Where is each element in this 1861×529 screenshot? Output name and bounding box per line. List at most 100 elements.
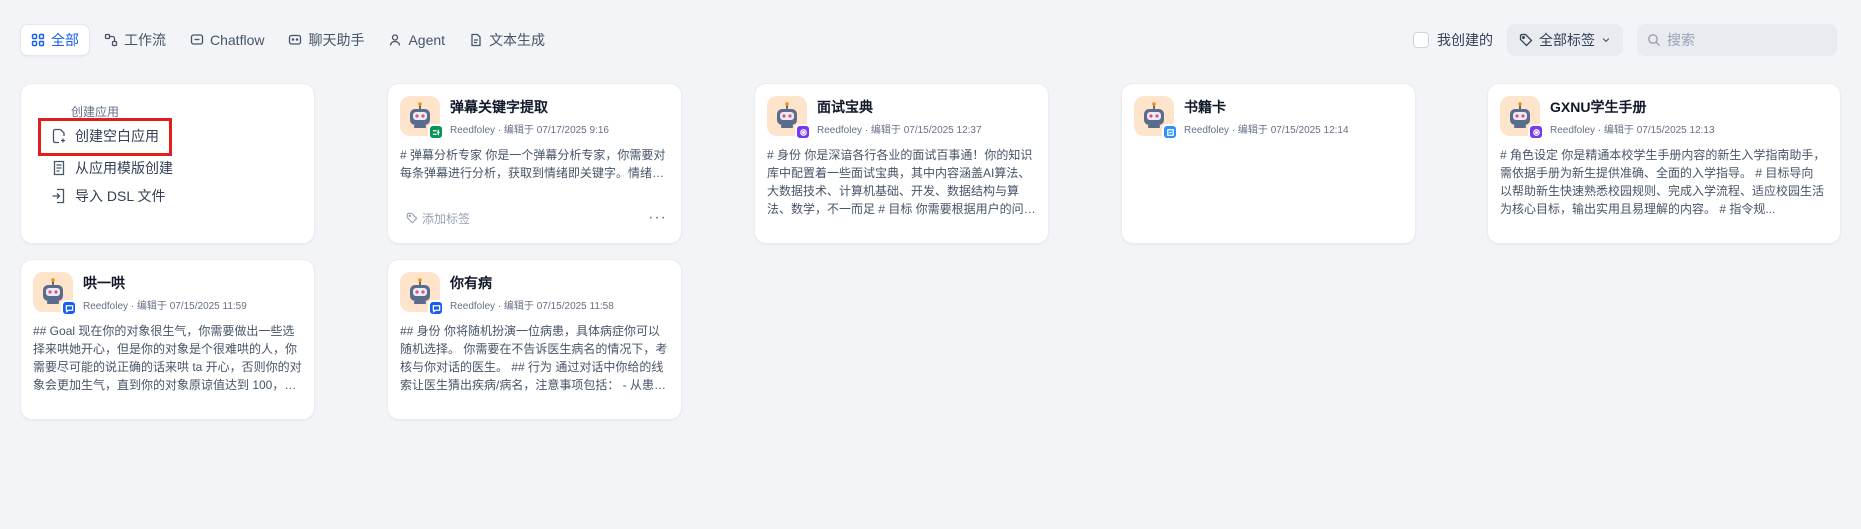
app-card[interactable]: GXNU学生手册 Reedfoley · 编辑于 07/15/2025 12:1…	[1487, 83, 1841, 244]
app-author-edited: Reedfoley · 编辑于 07/15/2025 11:59	[83, 297, 247, 312]
agent-icon	[1532, 128, 1540, 136]
chat-bot-icon	[289, 34, 302, 45]
app-card[interactable]: 面试宝典 Reedfoley · 编辑于 07/15/2025 12:37 # …	[754, 83, 1049, 244]
app-edited-time: · 编辑于 07/15/2025 12:37	[864, 124, 982, 136]
filter-tools: 我创建的 全部标签	[1413, 24, 1837, 56]
app-type-badge	[795, 124, 811, 140]
agent-icon	[390, 34, 401, 46]
category-tabs: 全部 工作流 Chatflow 聊天助手 Agent 文本生成	[20, 24, 555, 56]
app-type-badge	[61, 300, 77, 316]
chatflow-icon	[190, 34, 204, 45]
tag-icon	[406, 212, 418, 224]
app-edited-time: · 编辑于 07/15/2025 11:59	[130, 300, 247, 312]
app-avatar	[400, 96, 444, 140]
template-icon	[53, 160, 65, 176]
tab-chatflow[interactable]: Chatflow	[180, 24, 274, 56]
tag-filter-label: 全部标签	[1539, 32, 1595, 48]
app-description: ## 身份 你将随机扮演一位病患，具体病症你可以随机选择。 你需要在不告诉医生病…	[400, 324, 668, 392]
create-app-card: 创建应用 创建空白应用 从应用模版创建 导入 DSL 文件	[20, 83, 315, 244]
tag-filter-dropdown[interactable]: 全部标签	[1507, 24, 1623, 56]
document-icon	[471, 33, 481, 47]
app-author-edited: Reedfoley · 编辑于 07/17/2025 9:16	[450, 121, 609, 136]
tab-label: 全部	[51, 32, 79, 48]
app-author: Reedfoley	[450, 300, 496, 312]
app-card-header: 书籍卡 Reedfoley · 编辑于 07/15/2025 12:14	[1134, 96, 1403, 140]
app-name: 哄一哄	[83, 274, 125, 291]
search-input[interactable]	[1667, 32, 1817, 48]
tab-all[interactable]: 全部	[20, 24, 90, 56]
app-name: 书籍卡	[1184, 98, 1226, 115]
app-card[interactable]: 你有病 Reedfoley · 编辑于 07/15/2025 11:58 ## …	[387, 259, 682, 420]
tab-label: 工作流	[124, 32, 166, 48]
tab-label: 聊天助手	[308, 32, 365, 48]
import-icon	[52, 188, 65, 204]
app-author-edited: Reedfoley · 编辑于 07/15/2025 12:37	[817, 121, 982, 136]
app-card-header: 哄一哄 Reedfoley · 编辑于 07/15/2025 11:59	[33, 272, 302, 316]
app-avatar	[1500, 96, 1544, 140]
tab-text-generation[interactable]: 文本生成	[459, 24, 555, 56]
add-tag-button[interactable]: 添加标签	[406, 210, 470, 227]
app-author: Reedfoley	[1550, 124, 1596, 136]
top-bar: 全部 工作流 Chatflow 聊天助手 Agent 文本生成 我创建的 全部标…	[20, 23, 1837, 57]
tag-icon	[1519, 33, 1533, 47]
create-blank-app-label: 创建空白应用	[75, 128, 159, 144]
app-avatar	[400, 272, 444, 316]
app-avatar	[767, 96, 811, 140]
app-edited-time: · 编辑于 07/15/2025 12:13	[1597, 124, 1715, 136]
tab-label: Chatflow	[210, 32, 265, 48]
app-description: # 弹幕分析专家 你是一个弹幕分析专家，你需要对每条弹幕进行分析，获取到情绪即关…	[400, 148, 666, 180]
import-dsl-button[interactable]: 导入 DSL 文件	[47, 184, 170, 208]
app-card-header: 弹幕关键字提取 Reedfoley · 编辑于 07/17/2025 9:16	[400, 96, 669, 140]
app-card-header: GXNU学生手册 Reedfoley · 编辑于 07/15/2025 12:1…	[1500, 96, 1828, 140]
search-box	[1637, 24, 1837, 56]
created-by-me-checkbox[interactable]	[1413, 32, 1429, 48]
app-author: Reedfoley	[450, 124, 496, 136]
created-by-me-toggle[interactable]: 我创建的	[1413, 30, 1493, 50]
app-type-badge	[1528, 124, 1544, 140]
app-card-header: 面试宝典 Reedfoley · 编辑于 07/15/2025 12:37	[767, 96, 1036, 140]
grid-icon	[31, 33, 45, 47]
app-avatar	[1134, 96, 1178, 140]
text-icon	[1166, 128, 1174, 136]
chevron-down-icon	[1602, 38, 1610, 43]
chat-icon	[432, 304, 440, 313]
tab-workflow[interactable]: 工作流	[94, 24, 176, 56]
search-icon	[1648, 34, 1660, 46]
app-card[interactable]: 哄一哄 Reedfoley · 编辑于 07/15/2025 11:59 ## …	[20, 259, 315, 420]
tab-chat-assistant[interactable]: 聊天助手	[278, 24, 374, 56]
app-card-header: 你有病 Reedfoley · 编辑于 07/15/2025 11:58	[400, 272, 669, 316]
app-author-edited: Reedfoley · 编辑于 07/15/2025 12:14	[1184, 121, 1349, 136]
import-dsl-label: 导入 DSL 文件	[75, 188, 166, 204]
app-description: # 身份 你是深谙各行各业的面试百事通！你的知识库中配置着一些面试宝典，其中内容…	[767, 148, 1033, 216]
add-tag-label: 添加标签	[422, 211, 471, 226]
more-options-icon[interactable]: ···	[648, 210, 667, 226]
app-name: GXNU学生手册	[1550, 98, 1647, 115]
chat-icon	[65, 304, 73, 313]
app-author: Reedfoley	[1184, 124, 1230, 136]
app-description: # 角色设定 你是精通本校学生手册内容的新生入学指南助手，需依据手册为新生提供准…	[1500, 148, 1826, 216]
create-blank-app-button[interactable]: 创建空白应用	[47, 124, 163, 148]
app-author: Reedfoley	[83, 300, 129, 312]
create-from-template-button[interactable]: 从应用模版创建	[47, 156, 177, 180]
app-author-edited: Reedfoley · 编辑于 07/15/2025 12:13	[1550, 121, 1715, 136]
app-author-edited: Reedfoley · 编辑于 07/15/2025 11:58	[450, 297, 614, 312]
app-type-badge	[428, 124, 444, 140]
tab-label: Agent	[408, 32, 446, 48]
app-type-badge	[428, 300, 444, 316]
create-from-template-label: 从应用模版创建	[75, 160, 173, 176]
app-card[interactable]: 书籍卡 Reedfoley · 编辑于 07/15/2025 12:14	[1121, 83, 1416, 244]
app-name: 面试宝典	[817, 98, 873, 115]
agent-icon	[799, 128, 807, 136]
app-type-badge	[1162, 124, 1178, 140]
app-name: 弹幕关键字提取	[450, 98, 548, 115]
app-card-footer: 添加标签 ···	[406, 209, 667, 227]
workflow-icon	[432, 129, 440, 135]
tab-label: 文本生成	[489, 32, 546, 48]
workflow-icon	[104, 33, 118, 47]
tab-agent[interactable]: Agent	[378, 24, 455, 56]
app-author: Reedfoley	[817, 124, 863, 136]
app-description: ## Goal 现在你的对象很生气，你需要做出一些选择来哄她开心，但是你的对象是…	[33, 324, 302, 392]
app-avatar	[33, 272, 77, 316]
app-card[interactable]: 弹幕关键字提取 Reedfoley · 编辑于 07/17/2025 9:16 …	[387, 83, 682, 244]
created-by-me-label: 我创建的	[1437, 32, 1493, 48]
